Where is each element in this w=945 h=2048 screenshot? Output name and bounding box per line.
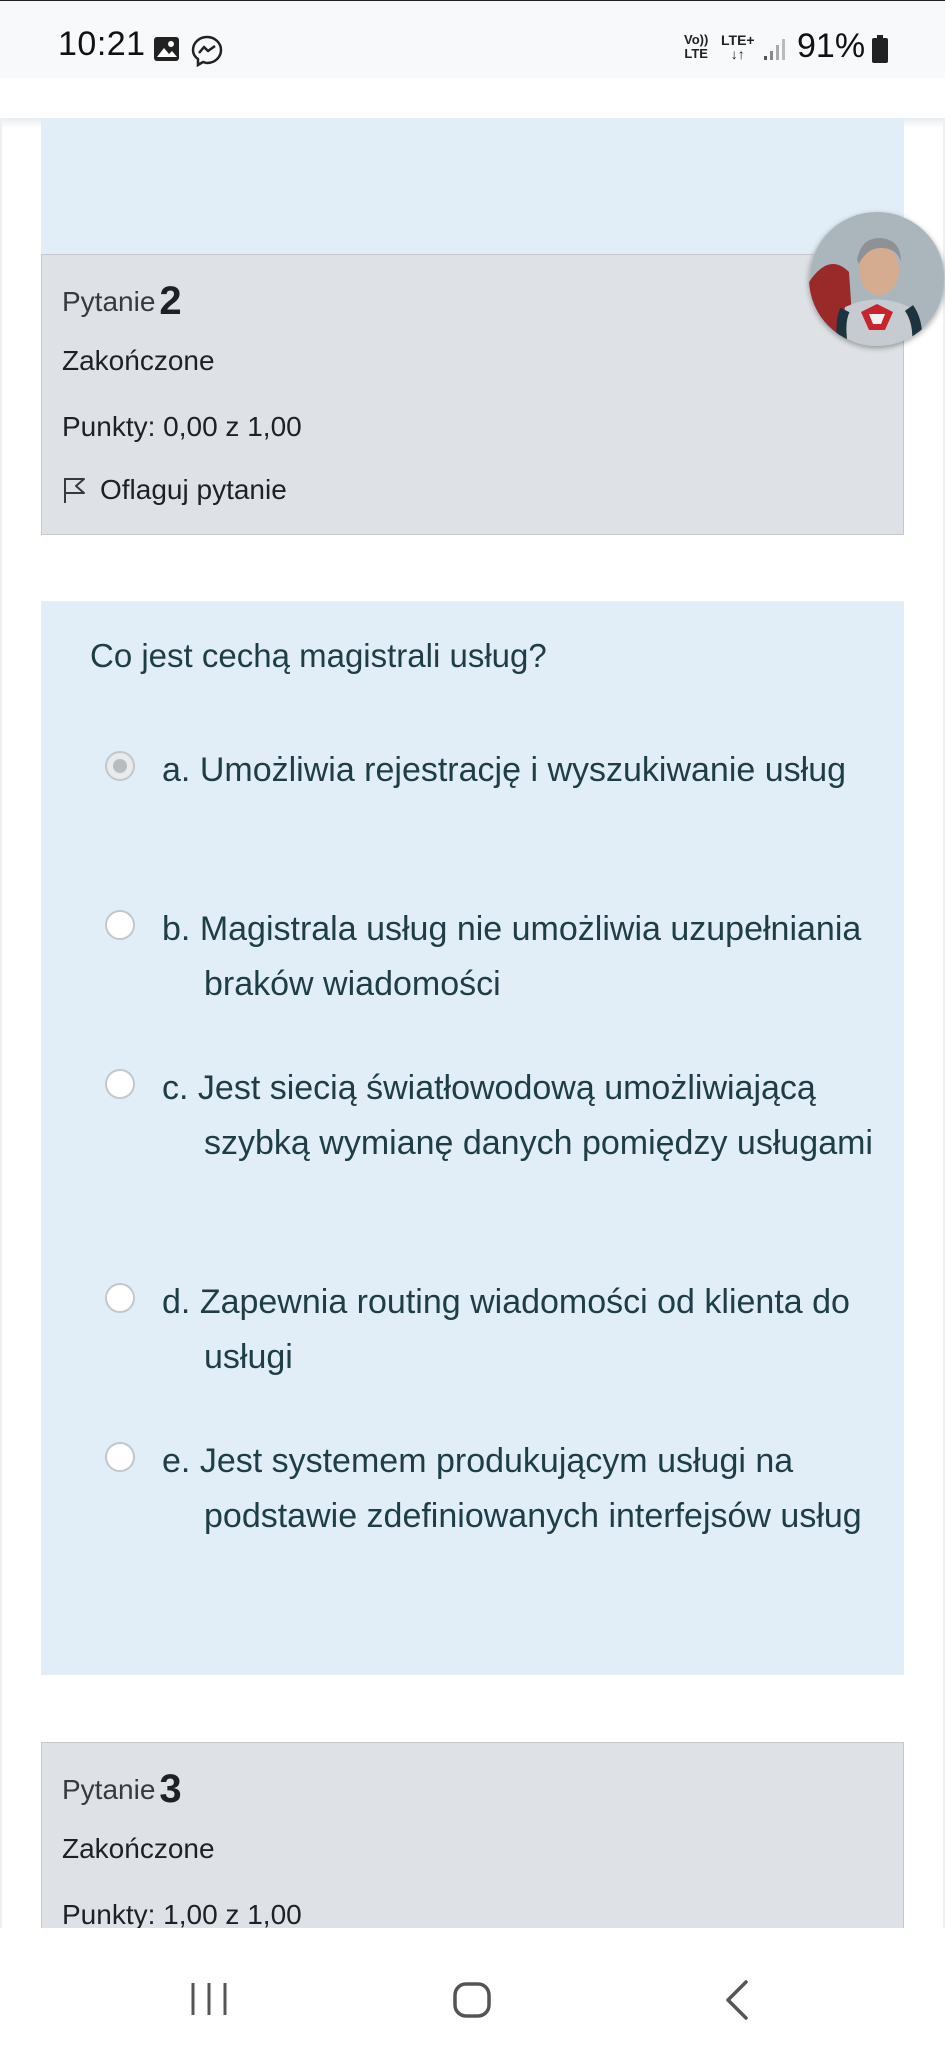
- question-number-3: 3: [159, 1767, 182, 1811]
- answer-text-e: e. Jest systemem produkującym usługi na …: [162, 1442, 862, 1535]
- question-number-label-3: Pytanie 3: [62, 1767, 182, 1812]
- messenger-icon: [191, 35, 223, 67]
- question-status-3: Zakończone: [62, 1833, 215, 1864]
- answer-option-e[interactable]: e. Jest systemem produkującym usługi na …: [105, 1434, 895, 1599]
- answer-option-c[interactable]: c. Jest siecią światłowodową umożliwiają…: [105, 1061, 895, 1226]
- question-info-card-3: Pytanie 3 Zakończone Punkty: 1,00 z 1,00: [41, 1742, 904, 1928]
- question-label-text: Pytanie: [62, 286, 156, 317]
- previous-question-content: [41, 118, 904, 266]
- volte-indicator: Vo)) LTE: [684, 32, 709, 61]
- question-number-label: Pytanie 2: [62, 279, 182, 324]
- quiz-review-page: Pytanie 2 Zakończone Punkty: 0,00 z 1,00 …: [0, 78, 945, 1928]
- answer-text-d: d. Zapewnia routing wiadomości od klient…: [162, 1283, 850, 1376]
- avatar-image: [809, 212, 945, 346]
- radio-option-a[interactable]: [105, 751, 135, 781]
- status-bar: 10:21 Vo)) LTE LTE+ ↓↑ 91%: [0, 0, 945, 78]
- question-number: 2: [159, 279, 182, 323]
- network-indicator: LTE+ ↓↑: [721, 32, 755, 62]
- battery-icon: [872, 35, 888, 63]
- answer-option-d[interactable]: d. Zapewnia routing wiadomości od klient…: [105, 1275, 895, 1385]
- page-border-left: [0, 118, 2, 1928]
- system-nav-bar: [0, 1928, 945, 2048]
- user-avatar[interactable]: [809, 212, 945, 346]
- question-label-text-3: Pytanie: [62, 1774, 156, 1805]
- question-points-3: Punkty: 1,00 z 1,00: [62, 1899, 302, 1928]
- gallery-icon: [154, 37, 179, 61]
- answer-text-a: a. Umożliwia rejestrację i wyszukiwanie …: [162, 751, 847, 789]
- answer-option-a[interactable]: a. Umożliwia rejestrację i wyszukiwanie …: [105, 743, 895, 853]
- question-text: Co jest cechą magistrali usług?: [90, 637, 547, 674]
- radio-option-d[interactable]: [105, 1283, 135, 1313]
- answer-text-b: b. Magistrala usług nie umożliwia uzupeł…: [162, 910, 862, 1003]
- flag-question-label: Oflaguj pytanie: [100, 474, 287, 505]
- question-points: Punkty: 0,00 z 1,00: [62, 411, 302, 442]
- question-info-card: Pytanie 2 Zakończone Punkty: 0,00 z 1,00 …: [41, 254, 904, 535]
- home-icon[interactable]: [452, 1981, 492, 2019]
- back-icon[interactable]: [722, 1978, 752, 2022]
- flag-question-button[interactable]: Oflaguj pytanie: [62, 474, 287, 506]
- answer-text-c: c. Jest siecią światłowodową umożliwiają…: [162, 1069, 873, 1162]
- question-content: Co jest cechą magistrali usług? a. Umożl…: [41, 601, 904, 1675]
- question-status: Zakończone: [62, 345, 215, 376]
- radio-option-e[interactable]: [105, 1442, 135, 1472]
- radio-option-b[interactable]: [105, 910, 135, 940]
- status-time: 10:21: [58, 25, 146, 63]
- battery-percent: 91%: [797, 27, 866, 65]
- answer-option-b[interactable]: b. Magistrala usług nie umożliwia uzupeł…: [105, 902, 895, 1012]
- signal-icon: [764, 39, 785, 60]
- recents-icon[interactable]: [189, 1981, 229, 2017]
- radio-option-c[interactable]: [105, 1069, 135, 1099]
- flag-icon: [64, 478, 85, 503]
